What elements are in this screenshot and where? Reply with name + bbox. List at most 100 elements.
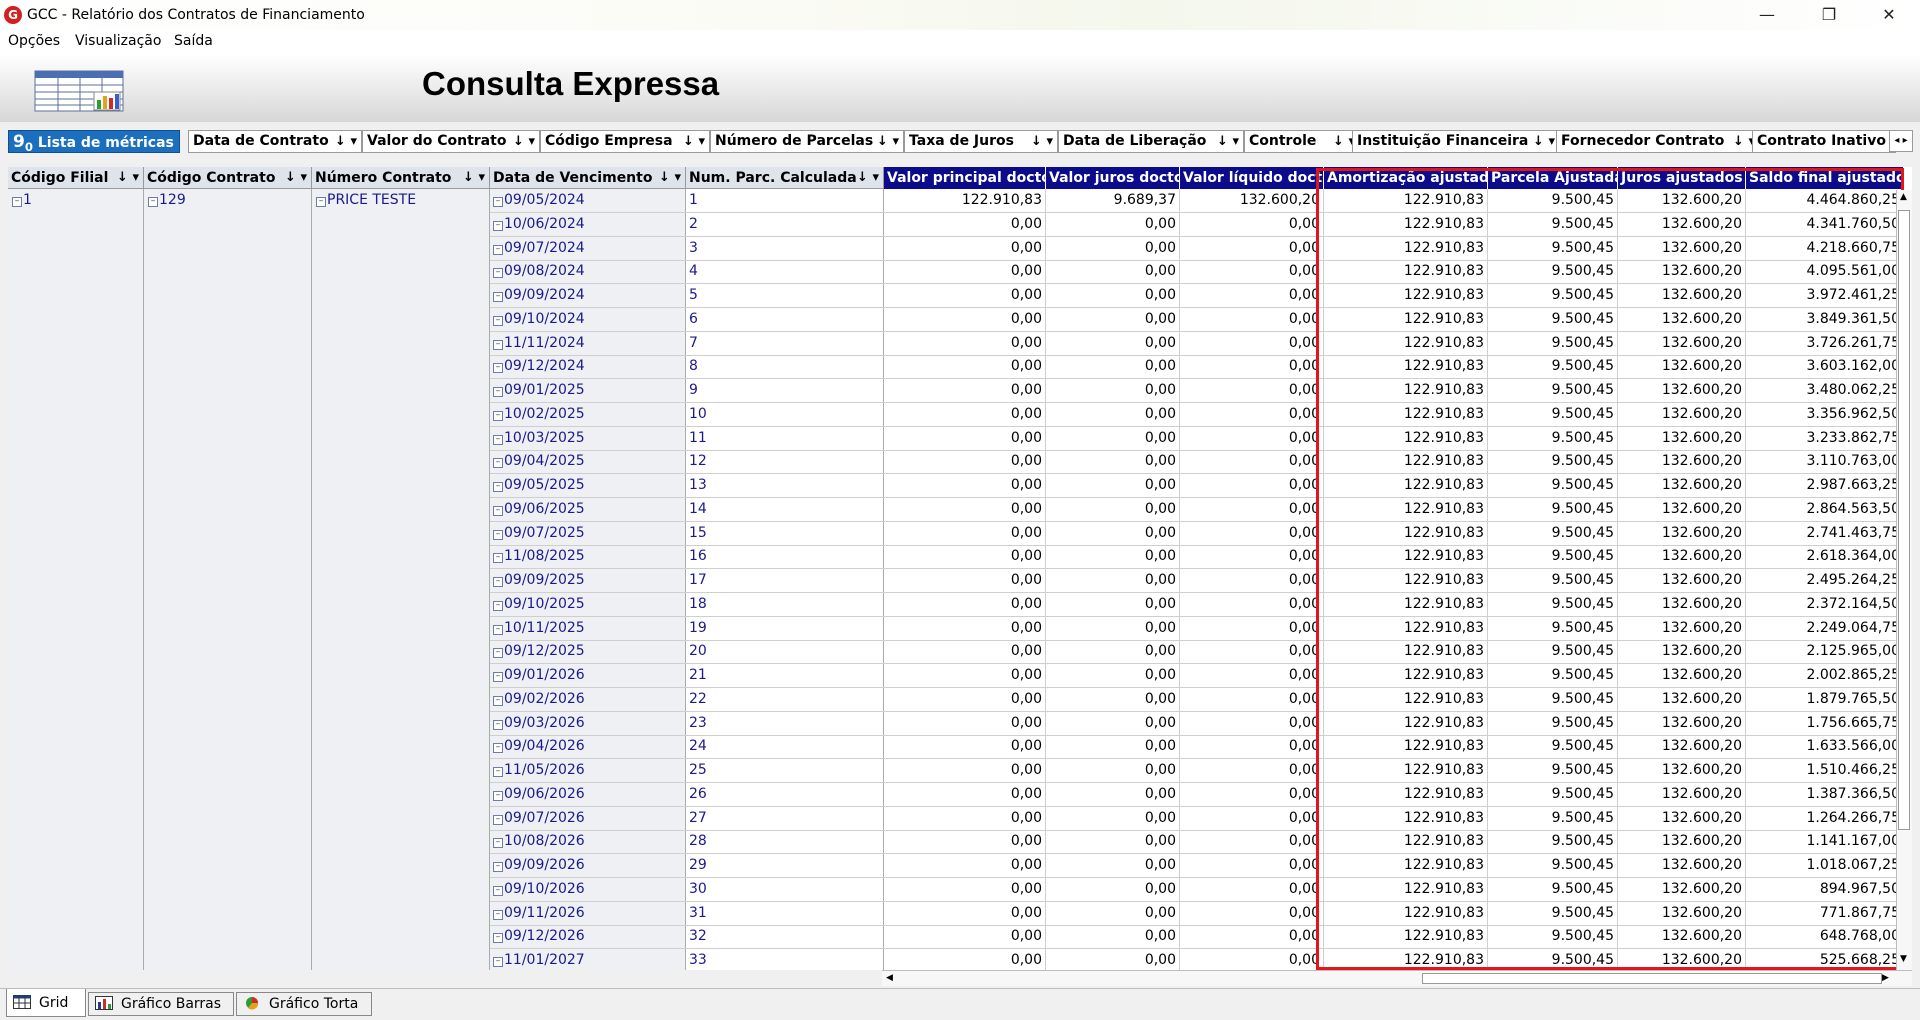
header-numero-contrato[interactable]: Número Contrato ↓ ▾ [312, 167, 490, 189]
due-date-cell[interactable]: –09/07/2026 [490, 807, 686, 831]
collapse-icon[interactable]: – [493, 862, 503, 872]
due-date-cell[interactable]: –09/10/2026 [490, 878, 686, 902]
due-date-cell[interactable]: –09/09/2026 [490, 854, 686, 878]
collapse-icon[interactable]: – [493, 244, 503, 255]
field-instituicao-financeira[interactable]: Instituição Financeira ↓ ▾ [1352, 130, 1560, 153]
scroll-up-icon[interactable]: ▲ [1900, 192, 1907, 202]
collapse-icon[interactable]: – [493, 577, 503, 587]
header-data-vencimento[interactable]: Data de Vencimento ↓ ▾ [490, 167, 686, 189]
due-date-cell[interactable]: –10/11/2025 [490, 617, 686, 641]
due-date-cell[interactable]: –09/05/2024 [490, 189, 686, 213]
due-date-cell[interactable]: –09/09/2025 [490, 569, 686, 593]
field-data-de-contrato[interactable]: Data de Contrato ↓ ▾ [188, 130, 362, 153]
field-numero-de-parcelas[interactable]: Número de Parcelas ↓ ▾ [710, 130, 904, 153]
due-date-cell[interactable]: –09/07/2024 [490, 237, 686, 261]
field-fornecedor-contrato[interactable]: Fornecedor Contrato ↓ ▾ [1556, 130, 1760, 153]
collapse-icon[interactable]: – [493, 909, 503, 920]
sort-filter-icon[interactable]: ↓ ▾ [877, 131, 899, 152]
due-date-cell[interactable]: –09/06/2026 [490, 783, 686, 807]
due-date-cell[interactable]: –09/02/2026 [490, 688, 686, 712]
metrics-list-button[interactable]: 90 Lista de métricas ▼ [8, 130, 180, 154]
scroll-right-icon[interactable]: ▸ [1903, 135, 1908, 146]
due-date-cell[interactable]: –09/01/2025 [490, 379, 686, 403]
sort-filter-icon[interactable]: ↓ ▾ [463, 167, 485, 188]
due-date-cell[interactable]: –09/08/2024 [490, 260, 686, 285]
field-bar-scroller[interactable]: ◂ ▸ [1889, 130, 1913, 152]
collapse-icon[interactable]: – [493, 529, 503, 540]
vertical-scrollbar[interactable]: ▲ ▼ [1896, 190, 1912, 970]
due-date-cell[interactable]: –09/09/2024 [490, 284, 686, 308]
tab-grafico-barras[interactable]: Gráfico Barras [88, 992, 234, 1016]
collapse-icon[interactable]: – [493, 339, 503, 350]
scroll-down-icon[interactable]: ▼ [1900, 954, 1907, 964]
header-juros-ajustados[interactable]: Juros ajustados [1618, 167, 1746, 189]
collapse-icon[interactable]: – [493, 458, 503, 469]
collapse-icon[interactable]: – [493, 197, 503, 207]
vertical-scroll-thumb[interactable] [1898, 210, 1910, 830]
menu-visualizacao[interactable]: Visualização [75, 33, 161, 49]
due-date-cell[interactable]: –09/01/2026 [490, 664, 686, 688]
due-date-cell[interactable]: –09/12/2025 [490, 640, 686, 665]
collapse-icon[interactable]: – [493, 933, 503, 944]
header-codigo-filial[interactable]: Código Filial ↓ ▾ [8, 167, 144, 189]
minimize-button[interactable]: — [1744, 0, 1790, 30]
collapse-icon[interactable]: – [493, 695, 503, 706]
collapse-icon[interactable]: – [493, 957, 503, 967]
due-date-cell[interactable]: –09/11/2026 [490, 902, 686, 926]
due-date-cell[interactable]: –11/05/2026 [490, 759, 686, 783]
collapse-icon[interactable]: – [493, 292, 503, 302]
collapse-icon[interactable]: – [493, 315, 503, 326]
due-date-cell[interactable]: –09/04/2025 [490, 450, 686, 475]
tab-grafico-torta[interactable]: Gráfico Torta [236, 992, 372, 1016]
collapse-icon[interactable]: – [493, 885, 503, 896]
collapse-icon[interactable]: – [493, 814, 503, 825]
header-valor-liquido[interactable]: Valor líquido docto [1180, 167, 1324, 189]
scroll-left-icon[interactable]: ◀ [886, 973, 893, 983]
field-valor-do-contrato[interactable]: Valor do Contrato ↓ ▾ [362, 130, 540, 153]
menu-opcoes[interactable]: Opções [8, 33, 60, 49]
due-date-cell[interactable]: –10/02/2025 [490, 403, 686, 427]
collapse-icon[interactable]: – [493, 648, 503, 659]
field-contrato-inativo[interactable]: Contrato Inativo [1752, 130, 1896, 153]
due-date-cell[interactable]: –09/12/2024 [490, 355, 686, 380]
due-date-cell[interactable]: –09/10/2025 [490, 593, 686, 617]
sort-filter-icon[interactable]: ↓ ▾ [117, 167, 139, 188]
due-date-cell[interactable]: –09/12/2026 [490, 925, 686, 950]
collapse-icon[interactable]: – [493, 505, 503, 516]
header-num-parc-calculada[interactable]: Num. Parc. Calculada ↓ ▾ [686, 167, 884, 189]
horizontal-scrollbar[interactable]: ◀ ▶ [882, 970, 1912, 986]
collapse-icon[interactable]: – [493, 743, 503, 754]
due-date-cell[interactable]: –10/06/2024 [490, 213, 686, 237]
restore-button[interactable]: ❐ [1806, 0, 1852, 30]
header-valor-principal[interactable]: Valor principal docto [884, 167, 1046, 189]
sort-filter-icon[interactable]: ↓ ▾ [1031, 131, 1053, 152]
sort-filter-icon[interactable]: ↓ ▾ [659, 167, 681, 188]
collapse-icon[interactable]: – [493, 482, 503, 492]
field-data-de-liberacao[interactable]: Data de Liberação ↓ ▾ [1058, 130, 1244, 153]
scroll-right-icon[interactable]: ▶ [1882, 973, 1889, 983]
collapse-icon[interactable]: – [493, 767, 503, 777]
header-codigo-contrato[interactable]: Código Contrato ↓ ▾ [144, 167, 312, 189]
due-date-cell[interactable]: –10/03/2025 [490, 427, 686, 451]
collapse-icon[interactable]: – [493, 268, 503, 279]
close-button[interactable]: ✕ [1866, 0, 1912, 30]
field-taxa-de-juros[interactable]: Taxa de Juros ↓ ▾ [904, 130, 1058, 153]
collapse-icon[interactable]: – [493, 719, 503, 730]
sort-filter-icon[interactable]: ↓ ▾ [683, 131, 705, 152]
collapse-icon[interactable]: – [493, 387, 503, 397]
field-controle[interactable]: Controle ↓ ▾ [1244, 130, 1360, 153]
due-date-cell[interactable]: –09/07/2025 [490, 522, 686, 546]
collapse-icon[interactable]: – [493, 410, 503, 421]
due-date-cell[interactable]: –11/11/2024 [490, 332, 686, 356]
header-saldo-final-ajustado[interactable]: Saldo final ajustado [1746, 167, 1904, 189]
menu-saida[interactable]: Saída [174, 33, 213, 49]
collapse-icon[interactable]: – [493, 220, 503, 231]
due-date-cell[interactable]: –10/08/2026 [490, 830, 686, 855]
collapse-icon[interactable]: – [493, 672, 503, 682]
collapse-icon[interactable]: – [493, 624, 503, 635]
due-date-cell[interactable]: –09/04/2026 [490, 735, 686, 760]
sort-filter-icon[interactable]: ↓ ▾ [285, 167, 307, 188]
sort-filter-icon[interactable]: ↓ ▾ [513, 131, 535, 152]
tab-grid[interactable]: Grid [6, 989, 86, 1017]
due-date-cell[interactable]: –09/06/2025 [490, 498, 686, 522]
